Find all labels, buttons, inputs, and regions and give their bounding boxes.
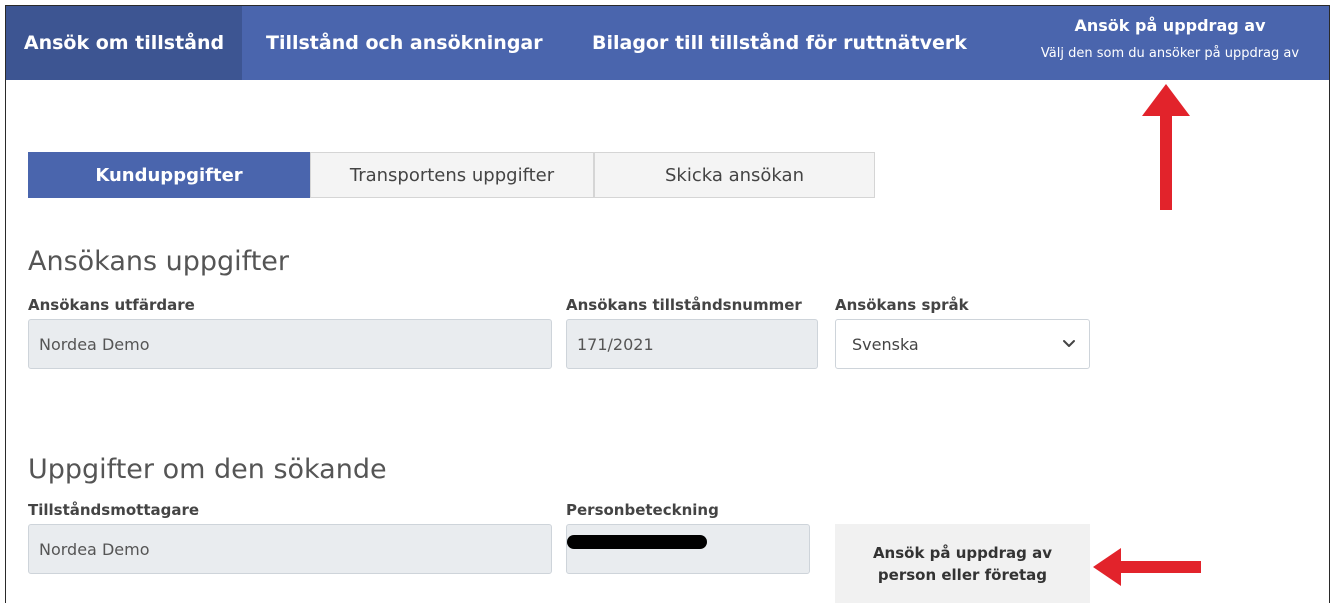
apply-on-behalf-button-line1: Ansök på uppdrag av	[872, 543, 1053, 562]
nav-item-route-network-attachments[interactable]: Bilagor till tillstånd för ruttnätverk	[592, 6, 967, 80]
nav-item-label: Bilagor till tillstånd för ruttnätverk	[592, 32, 967, 54]
recipient-value: Nordea Demo	[39, 539, 150, 559]
apply-on-behalf-nav[interactable]: Ansök på uppdrag av Välj den som du ansö…	[1009, 6, 1329, 80]
apply-on-behalf-title: Ansök på uppdrag av	[1074, 16, 1266, 35]
permit-number-value: 171/2021	[577, 334, 654, 354]
nav-item-apply-permit[interactable]: Ansök om tillstånd	[6, 6, 242, 80]
issuer-value: Nordea Demo	[39, 334, 150, 354]
tab-transport-details[interactable]: Transportens uppgifter	[310, 152, 594, 198]
permit-number-field: 171/2021	[566, 319, 818, 369]
issuer-label: Ansökans utfärdare	[28, 296, 195, 314]
apply-on-behalf-subtitle: Välj den som du ansöker på uppdrag av	[1040, 46, 1300, 61]
apply-on-behalf-button-line2: person eller företag	[877, 566, 1048, 584]
tab-label: Transportens uppgifter	[349, 164, 555, 186]
nav-item-permits-and-applications[interactable]: Tillstånd och ansökningar	[266, 6, 543, 80]
language-label: Ansökans språk	[835, 296, 969, 314]
issuer-field: Nordea Demo	[28, 319, 552, 369]
permit-number-label: Ansökans tillståndsnummer	[566, 296, 802, 314]
top-navigation: Ansök om tillstånd Tillstånd och ansökni…	[6, 6, 1329, 80]
personal-id-field	[566, 524, 810, 574]
annotation-arrow-up-icon	[1142, 84, 1190, 210]
apply-on-behalf-button[interactable]: Ansök på uppdrag av person eller företag	[835, 524, 1090, 603]
personal-id-label: Personbeteckning	[566, 501, 719, 519]
recipient-field: Nordea Demo	[28, 524, 552, 574]
language-value: Svenska	[852, 334, 919, 354]
nav-item-label: Tillstånd och ansökningar	[266, 32, 543, 54]
recipient-label: Tillståndsmottagare	[28, 501, 200, 519]
application-section-title: Ansökans uppgifter	[28, 246, 289, 277]
app-frame: Ansök om tillstånd Tillstånd och ansökni…	[5, 5, 1330, 603]
tab-label: Kunduppgifter	[95, 164, 243, 186]
chevron-down-icon	[1063, 340, 1075, 347]
applicant-section-title: Uppgifter om den sökande	[28, 454, 387, 485]
nav-item-label: Ansök om tillstånd	[23, 32, 225, 54]
language-select[interactable]: Svenska	[835, 319, 1090, 369]
annotation-arrow-left-icon	[1093, 548, 1201, 586]
tab-label: Skicka ansökan	[665, 164, 804, 186]
tab-send-application[interactable]: Skicka ansökan	[594, 152, 875, 198]
redaction-bar	[567, 535, 707, 549]
tab-customer-details[interactable]: Kunduppgifter	[28, 152, 310, 198]
